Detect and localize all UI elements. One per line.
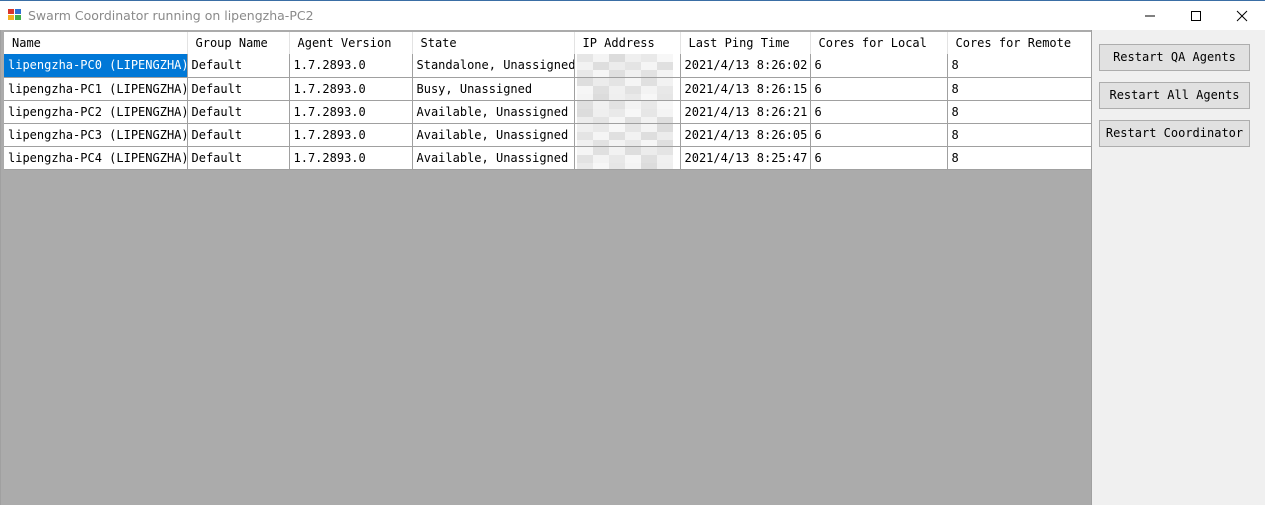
window-title: Swarm Coordinator running on lipengzha-P…	[28, 8, 314, 23]
table-cell[interactable]: 6	[810, 123, 948, 147]
maximize-button[interactable]	[1173, 1, 1219, 30]
header-row: Name Group Name Agent Version State IP Addre…	[4, 32, 1091, 54]
column-header[interactable]: Agent Version	[289, 32, 413, 54]
redaction-blur	[576, 100, 675, 122]
table-cell[interactable]: 8	[947, 123, 1091, 147]
minimize-button[interactable]	[1127, 1, 1173, 30]
table-cell[interactable]: Default	[187, 100, 290, 124]
client-area: Name Group Name Agent Version State IP Addre…	[0, 30, 1265, 505]
table-cell[interactable]: Default	[187, 123, 290, 147]
table-cell[interactable]: 6	[810, 54, 948, 78]
table-cell[interactable]: Standalone, Unassigned	[412, 54, 575, 78]
table-row[interactable]: lipengzha-PC0 (LIPENGZHA) Default 1.7.2893…	[4, 54, 1091, 78]
close-button[interactable]	[1219, 1, 1265, 30]
table-cell[interactable]: lipengzha-PC3 (LIPENGZHA)	[4, 123, 188, 147]
table-row[interactable]: lipengzha-PC2 (LIPENGZHA) Default 1.7.2893…	[4, 100, 1091, 124]
table-cell[interactable]: lipengzha-PC1 (LIPENGZHA)	[4, 77, 188, 101]
table-cell[interactable]: Default	[187, 54, 290, 78]
column-header[interactable]: IP Address	[574, 32, 681, 54]
table-cell[interactable]: 8	[947, 77, 1091, 101]
ip-address-cell-blurred[interactable]	[574, 77, 681, 101]
ip-address-cell-blurred[interactable]	[574, 146, 681, 170]
table-cell[interactable]: 2021/4/13 8:26:15	[680, 77, 811, 101]
table-row[interactable]: lipengzha-PC4 (LIPENGZHA) Default 1.7.2893…	[4, 146, 1091, 170]
table-cell[interactable]: 2021/4/13 8:26:05	[680, 123, 811, 147]
table-cell[interactable]: 8	[947, 54, 1091, 78]
table-cell[interactable]: Available, Unassigned	[412, 123, 575, 147]
table-cell[interactable]: 2021/4/13 8:25:47	[680, 146, 811, 170]
ip-address-cell-blurred[interactable]	[574, 100, 681, 124]
table-cell[interactable]: 6	[810, 77, 948, 101]
table-cell[interactable]: lipengzha-PC4 (LIPENGZHA)	[4, 146, 188, 170]
agents-table: Name Group Name Agent Version State IP Addre…	[4, 32, 1091, 170]
agents-grid[interactable]: Name Group Name Agent Version State IP Addre…	[0, 30, 1092, 505]
table-cell[interactable]: Default	[187, 77, 290, 101]
table-cell[interactable]: Busy, Unassigned	[412, 77, 575, 101]
column-header[interactable]: Cores for Remote	[947, 32, 1091, 54]
table-row[interactable]: lipengzha-PC3 (LIPENGZHA) Default 1.7.2893…	[4, 123, 1091, 147]
close-icon	[1236, 10, 1248, 22]
maximize-icon	[1191, 11, 1201, 21]
redaction-blur	[576, 77, 675, 99]
redaction-blur	[576, 123, 675, 145]
column-header[interactable]: Group Name	[187, 32, 290, 54]
table-cell[interactable]: Default	[187, 146, 290, 170]
minimize-icon	[1145, 15, 1155, 17]
column-header[interactable]: State	[412, 32, 575, 54]
column-header[interactable]: Name	[4, 32, 188, 54]
table-cell[interactable]: 2021/4/13 8:26:02	[680, 54, 811, 78]
table-cell[interactable]: 1.7.2893.0	[289, 123, 413, 147]
table-cell[interactable]: 1.7.2893.0	[289, 100, 413, 124]
restart-qa-agents-button[interactable]: Restart QA Agents	[1099, 44, 1250, 71]
table-cell[interactable]: lipengzha-PC0 (LIPENGZHA)	[4, 54, 188, 78]
table-cell[interactable]: 8	[947, 146, 1091, 170]
ip-address-cell-blurred[interactable]	[574, 123, 681, 147]
app-icon	[8, 9, 22, 21]
table-cell[interactable]: 6	[810, 100, 948, 124]
table-cell[interactable]: Available, Unassigned	[412, 146, 575, 170]
table-cell[interactable]: lipengzha-PC2 (LIPENGZHA)	[4, 100, 188, 124]
column-header[interactable]: Last Ping Time	[680, 32, 811, 54]
table-cell[interactable]: 1.7.2893.0	[289, 54, 413, 78]
table-cell[interactable]: 8	[947, 100, 1091, 124]
table-cell[interactable]: 1.7.2893.0	[289, 146, 413, 170]
table-cell[interactable]: 6	[810, 146, 948, 170]
column-header[interactable]: Cores for Local	[810, 32, 948, 54]
restart-coordinator-button[interactable]: Restart Coordinator	[1099, 120, 1250, 147]
table-cell[interactable]: 2021/4/13 8:26:21	[680, 100, 811, 124]
table-cell[interactable]: 1.7.2893.0	[289, 77, 413, 101]
redaction-blur	[576, 146, 675, 168]
table-cell[interactable]: Available, Unassigned	[412, 100, 575, 124]
table-body: lipengzha-PC0 (LIPENGZHA) Default 1.7.2893…	[4, 54, 1091, 170]
restart-all-agents-button[interactable]: Restart All Agents	[1099, 82, 1250, 109]
redaction-blur	[576, 54, 675, 76]
title-bar[interactable]: Swarm Coordinator running on lipengzha-P…	[0, 0, 1265, 30]
table-row[interactable]: lipengzha-PC1 (LIPENGZHA) Default 1.7.2893…	[4, 77, 1091, 101]
ip-address-cell-blurred[interactable]	[574, 54, 681, 78]
